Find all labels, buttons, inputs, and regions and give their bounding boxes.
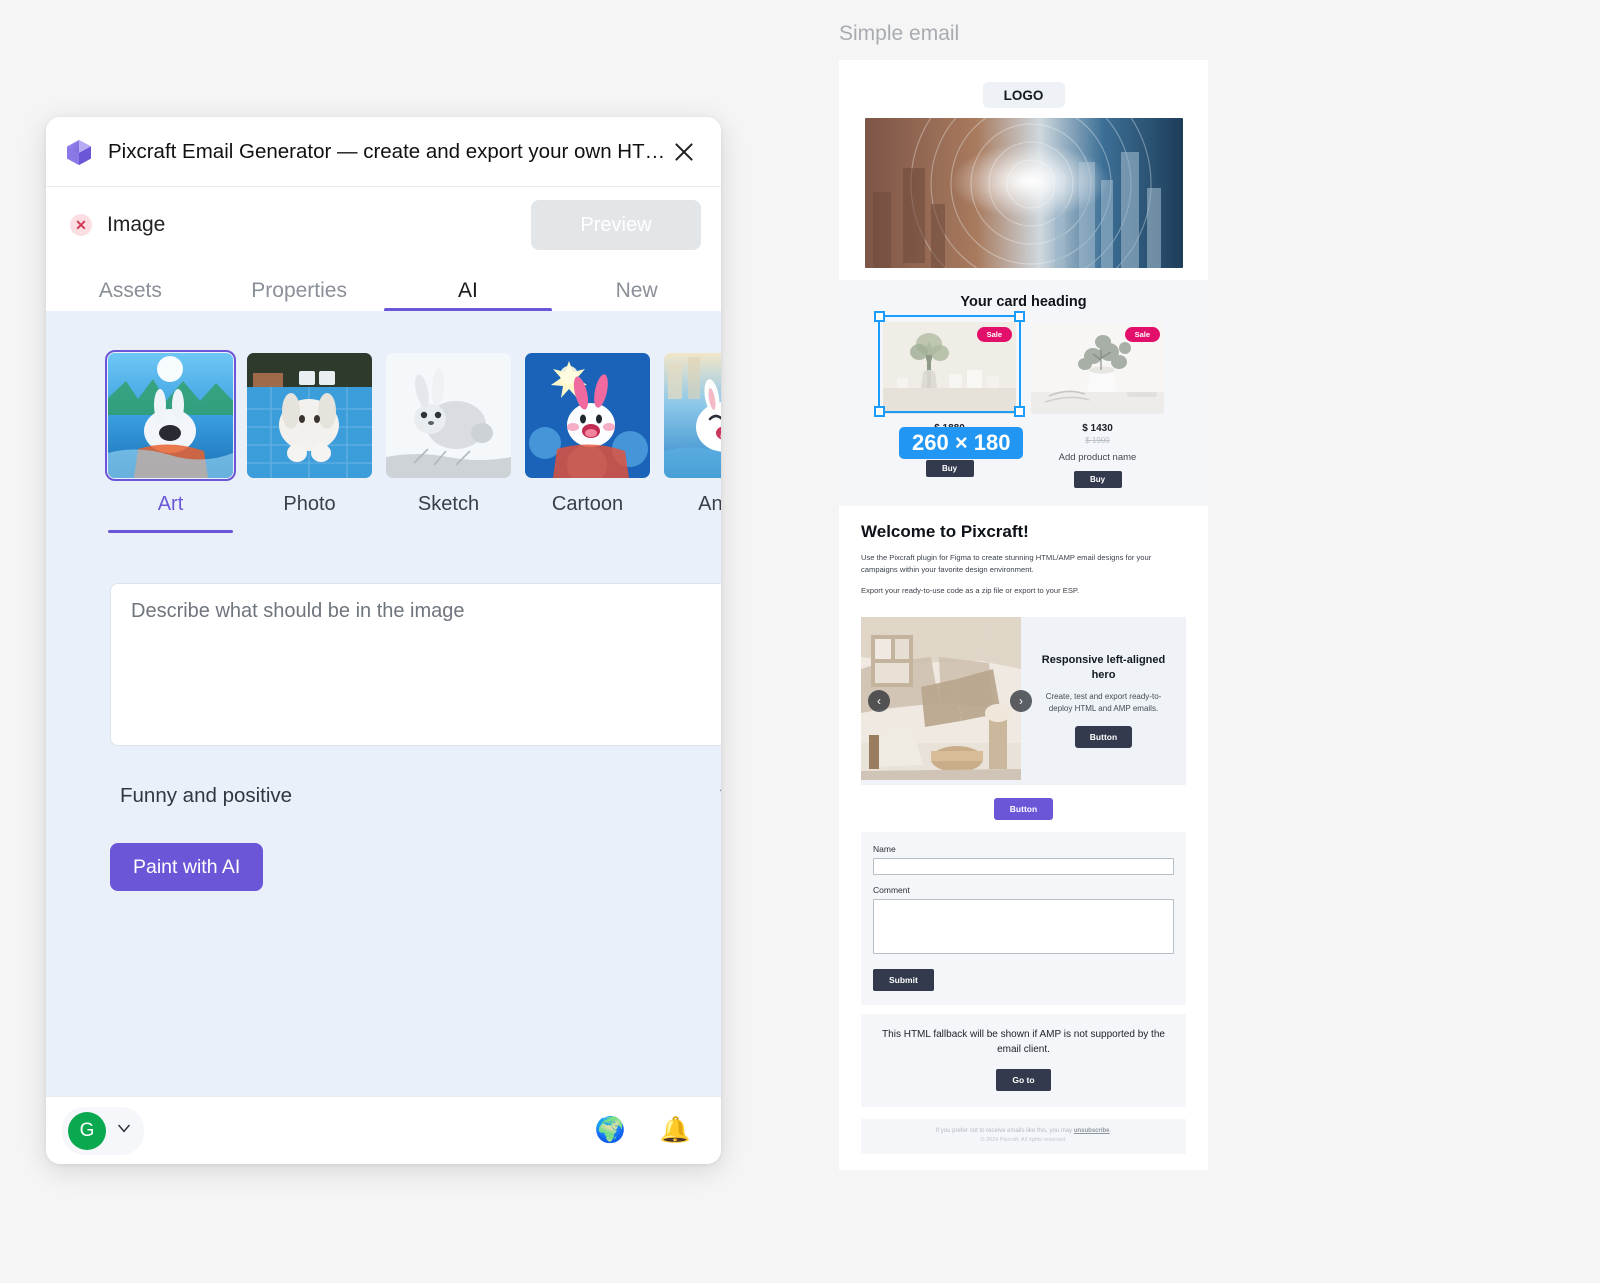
- name-field[interactable]: [873, 858, 1174, 876]
- mood-selector[interactable]: Funny and positive: [120, 781, 721, 811]
- style-option-sketch[interactable]: Sketch: [386, 353, 511, 533]
- style-option-photo[interactable]: Photo: [247, 353, 372, 533]
- sale-badge: Sale: [976, 327, 1012, 342]
- hero-title: Responsive left-aligned hero: [1041, 654, 1166, 681]
- email-hero-image: [864, 118, 1183, 268]
- screen-root: Pixcraft Email Generator — create and ex…: [0, 0, 1600, 1283]
- tab-properties[interactable]: Properties: [215, 263, 384, 311]
- style-thumbnail-art: [105, 350, 236, 481]
- hero-section: ‹ › Responsive left-aligned hero Create,…: [861, 617, 1186, 786]
- chevron-right-icon[interactable]: ›: [1010, 690, 1032, 713]
- ai-panel: Art Photo Sketch Cartoon An Describe wha…: [46, 311, 721, 1096]
- preview-button[interactable]: Preview: [531, 200, 701, 250]
- style-underline-anime: [664, 530, 721, 533]
- plugin-footer: G 🌍 🔔: [46, 1096, 721, 1164]
- style-label-sketch: Sketch: [417, 493, 480, 515]
- footer-copyright: © 2024 Pixcraft. All rights reserved.: [980, 1137, 1067, 1144]
- style-thumbnail-cartoon: [525, 353, 650, 478]
- unsubscribe-link[interactable]: unsubscribe: [1074, 1128, 1110, 1134]
- comment-field[interactable]: [873, 899, 1174, 955]
- welcome-paragraph-2: Export your ready-to-use code as a zip f…: [861, 585, 1080, 595]
- style-underline-sketch: [386, 530, 511, 533]
- footer-suffix: .: [1109, 1128, 1112, 1135]
- style-option-anime[interactable]: Anime: [664, 353, 721, 533]
- style-option-art[interactable]: Art: [105, 350, 236, 533]
- email-canvas: LOGO Your card heading Sale Buy Sale $ 1…: [839, 60, 1208, 1171]
- hero-button[interactable]: Button: [1074, 725, 1133, 748]
- hero-subtitle: Create, test and export ready-to-deploy …: [1045, 691, 1162, 713]
- style-underline-cartoon: [525, 530, 650, 533]
- style-thumbnail-photo: [247, 353, 372, 478]
- globe-icon[interactable]: 🌍: [595, 1118, 626, 1143]
- product-item[interactable]: Sale $ 1430 $ 1900 Add product name Buy: [1031, 322, 1164, 488]
- plugin-status-bar: ✕ Image Preview: [46, 187, 721, 263]
- email-caption: Simple email: [839, 22, 960, 45]
- product-price: $ 1430: [1082, 423, 1113, 434]
- buy-button[interactable]: Buy: [1073, 471, 1122, 488]
- tab-assets[interactable]: Assets: [46, 263, 215, 311]
- welcome-paragraph-1: Use the Pixcraft plugin for Figma to cre…: [861, 553, 1152, 574]
- style-thumbnail-anime: [664, 353, 721, 478]
- sale-badge: Sale: [1124, 327, 1160, 342]
- product-name: Add product name: [1058, 452, 1137, 463]
- bell-icon[interactable]: 🔔: [660, 1118, 691, 1143]
- submit-button[interactable]: Submit: [873, 969, 934, 992]
- hero-text-wrap: Responsive left-aligned hero Create, tes…: [1021, 617, 1186, 785]
- selection-size-badge: 260 × 180: [899, 427, 1024, 459]
- status-label: Image: [107, 213, 166, 236]
- name-label: Name: [873, 844, 896, 855]
- amp-fallback-section: This HTML fallback will be shown if AMP …: [861, 1014, 1186, 1108]
- email-logo: LOGO: [982, 82, 1065, 108]
- product-card-section: Your card heading Sale Buy Sale $ 1430 $…: [839, 280, 1208, 506]
- product-old-price: $ 1900: [1085, 436, 1110, 445]
- mood-label: Funny and positive: [120, 784, 293, 807]
- x-circle-icon: ✕: [70, 214, 92, 236]
- style-label-photo: Photo: [283, 493, 336, 515]
- product-item[interactable]: Sale $ 1880 $ 2600 Buy: [883, 322, 1016, 488]
- hero-image-wrap: ‹ ›: [861, 617, 1032, 785]
- plugin-title: Pixcraft Email Generator — create and ex…: [108, 139, 666, 163]
- chevron-left-icon[interactable]: ‹: [868, 690, 890, 713]
- close-icon[interactable]: [667, 135, 701, 169]
- style-label-art: Art: [157, 493, 184, 515]
- email-bottom-padding: [839, 1154, 1208, 1170]
- tab-ai[interactable]: AI: [383, 263, 553, 312]
- style-label-anime: Anime: [698, 493, 721, 515]
- plugin-tabs: Assets Properties AI New: [46, 263, 721, 312]
- style-selector: Art Photo Sketch Cartoon An: [46, 311, 721, 533]
- style-label-cartoon: Cartoon: [551, 493, 624, 515]
- footer-prefix: If you prefer not to receive emails like…: [935, 1128, 1074, 1135]
- style-underline-art: [108, 530, 233, 533]
- avatar: G: [68, 1111, 106, 1150]
- chevron-down-icon: [114, 1118, 134, 1143]
- paint-with-ai-button[interactable]: Paint with AI: [110, 843, 264, 891]
- style-option-cartoon[interactable]: Cartoon: [525, 353, 650, 533]
- card-heading: Your card heading: [960, 294, 1087, 310]
- welcome-section: Welcome to Pixcraft! Use the Pixcraft pl…: [839, 506, 1208, 617]
- fallback-text: This HTML fallback will be shown if AMP …: [882, 1029, 1165, 1055]
- email-footer: If you prefer not to receive emails like…: [861, 1119, 1186, 1155]
- purple-button-row: Button: [839, 785, 1208, 821]
- go-to-button[interactable]: Go to: [996, 1069, 1051, 1092]
- product-list: Sale $ 1880 $ 2600 Buy: [839, 322, 1208, 488]
- prompt-input[interactable]: [110, 583, 721, 746]
- style-underline-photo: [247, 530, 372, 533]
- plugin-titlebar: Pixcraft Email Generator — create and ex…: [46, 117, 721, 187]
- tab-new[interactable]: New: [552, 263, 721, 311]
- account-menu[interactable]: G: [62, 1106, 144, 1155]
- email-preview-panel: Simple email LOGO Your card heading Sale…: [839, 22, 1209, 1171]
- chevron-down-icon: [715, 781, 721, 811]
- welcome-title: Welcome to Pixcraft!: [861, 522, 1029, 541]
- style-thumbnail-sketch: [386, 353, 511, 478]
- email-form-section: Name Comment Submit: [861, 832, 1186, 1006]
- buy-button[interactable]: Buy: [925, 460, 974, 477]
- comment-label: Comment: [873, 885, 910, 896]
- cube-icon: [64, 137, 94, 167]
- purple-cta-button[interactable]: Button: [993, 798, 1054, 821]
- plugin-window: Pixcraft Email Generator — create and ex…: [46, 117, 721, 1164]
